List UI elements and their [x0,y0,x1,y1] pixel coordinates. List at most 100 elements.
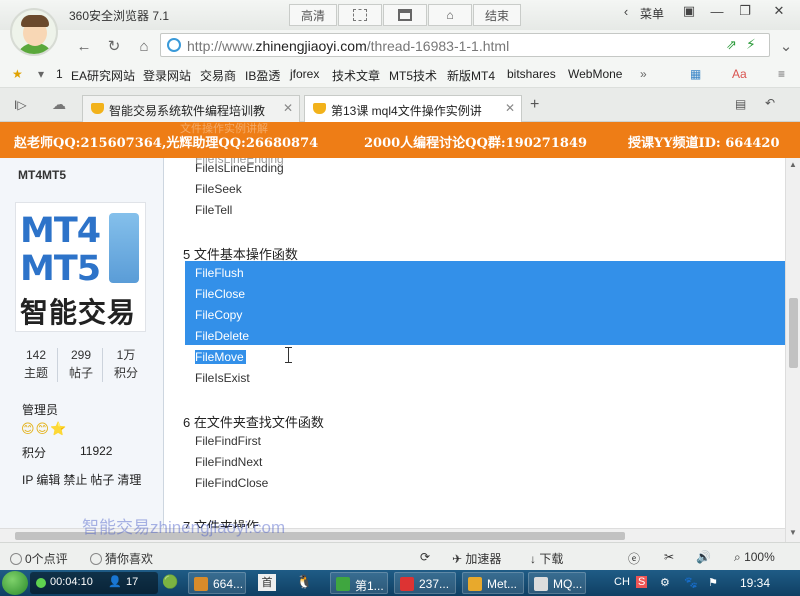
undo-close-icon[interactable]: ↶ [765,96,775,110]
bookmark-item[interactable]: MT5技术 [389,67,437,84]
ie-icon[interactable]: ⓔ [628,550,640,567]
author-points: 积分 11922 [22,444,113,460]
translate-icon[interactable]: Aa [732,67,747,81]
author-role[interactable]: 管理员 [22,401,58,418]
more-chevron-icon[interactable]: » [640,67,647,81]
apps-grid-icon[interactable]: ▦ [690,67,701,81]
bookmark-item[interactable]: WebMone [568,67,622,81]
pinned-app-icon[interactable]: 🟢 [162,574,178,590]
tab-training[interactable]: 智能交易系统软件编程培训教 ✕ [82,95,300,122]
list-menu-icon[interactable]: ≡ [778,67,785,81]
screenshot-button[interactable] [338,4,382,26]
menu-button[interactable]: 菜单 [640,5,664,22]
tab-strip: I▷ ☁ 智能交易系统软件编程培训教 ✕ 第13课 mql4文件操作实例讲 ✕ … [0,88,800,122]
contact-banner: 文件操作实例讲解 赵老师QQ:215607364,光辉助理QQ:26680874… [0,122,800,158]
bookmark-item[interactable]: EA研究网站 [71,67,135,84]
record-icon [36,578,46,588]
hd-button[interactable]: 高清 [289,4,337,26]
bookmark-item[interactable]: 新版MT4 [447,67,495,84]
notepad-icon[interactable]: 首 [258,574,276,591]
text-selection [185,261,785,345]
author-avatar-logo[interactable]: MT4 MT5 智能交易 [15,202,146,332]
bookmark-item[interactable]: 交易商 [200,67,236,84]
lightning-icon[interactable]: ⚡ [746,36,756,53]
selected-function: FileFlush [195,266,244,280]
bookmark-item[interactable]: IB盈透 [245,67,280,84]
favorites-star-icon[interactable]: ★ [12,67,23,81]
selected-function: FileDelete [195,329,250,343]
action-clean[interactable]: 清理 [117,473,141,487]
bookmark-item[interactable]: 1 [56,67,63,81]
share-icon[interactable]: ⇗ [726,37,737,53]
taskbar-item[interactable]: Met... [462,572,524,594]
restore-button[interactable]: ❐ [732,2,758,20]
start-button[interactable] [2,571,28,595]
zoom-control[interactable]: ⌕ 100% [734,550,775,565]
ime-icon[interactable]: S [636,576,648,588]
function-item: FileSeek [195,182,242,196]
function-item: FileIsLineEnding [195,161,284,175]
taskbar-item[interactable]: 第1... [330,572,388,594]
cloud-icon[interactable]: ☁ [52,96,66,113]
skin-icon[interactable]: ▣ [676,2,702,20]
vertical-scrollbar[interactable]: ▲ ▼ [785,158,800,542]
download-button[interactable]: ↓ 下载 [530,550,563,567]
new-tab-icon[interactable]: + [530,96,539,114]
close-button[interactable]: ✕ [762,2,796,20]
window-mode-button[interactable] [383,4,427,26]
guess-status[interactable]: 猜你喜欢 [90,550,153,567]
tab-list-icon[interactable]: ▤ [735,97,746,111]
minimize-button[interactable]: — [704,2,730,20]
action-posts[interactable]: 帖子 [90,473,114,487]
bookmark-item[interactable]: jforex [290,67,319,81]
action-ip[interactable]: IP [22,473,33,487]
clock[interactable]: 19:34 [740,576,770,590]
dropdown-arrow-icon[interactable]: ▾ [38,67,44,81]
address-bar[interactable]: http://www.zhinengjiaoyi.com/thread-1698… [160,33,770,57]
user-avatar[interactable] [10,8,58,56]
taskbar-item[interactable]: 237... [394,572,456,594]
watermark: 智能交易zhinengjiaoyi.com [82,518,286,537]
comments-status[interactable]: 0个点评 [10,550,68,567]
stat-points[interactable]: 1万 积分 [104,346,148,382]
action-edit[interactable]: 编辑 [36,473,60,487]
stat-topics[interactable]: 142 主题 [14,346,58,382]
sidebar-toggle-icon[interactable]: I▷ [14,98,27,112]
scroll-thumb[interactable] [789,298,798,368]
recorder-widget[interactable]: 00:04:10 👤 17 [30,572,158,594]
bookmarks-bar: ★ ▾ 1 EA研究网站 登录网站 交易商 IB盈透 jforex 技术文章 M… [0,60,800,88]
action-ban[interactable]: 禁止 [63,473,87,487]
bookmark-item[interactable]: bitshares [507,67,556,81]
close-tab-icon[interactable]: ✕ [283,101,293,115]
close-tab-icon[interactable]: ✕ [505,101,515,115]
scroll-up-icon[interactable]: ▲ [789,160,797,169]
refresh-icon[interactable]: ↻ [104,36,124,56]
accelerator-button[interactable]: ✈ 加速器 [452,550,501,567]
home-mode-button[interactable]: ⌂ [428,4,472,26]
chevron-down-icon[interactable]: ⌄ [776,36,796,56]
record-timer: 00:04:10 [50,576,93,588]
rank-icons: 😊😊⭐ [21,421,68,436]
scroll-down-icon[interactable]: ▼ [789,528,797,537]
language-indicator[interactable]: CH [614,576,630,588]
bookmark-item[interactable]: 登录网站 [143,67,191,84]
end-button[interactable]: 结束 [473,4,521,26]
qq-icon[interactable]: 🐧 [296,574,312,590]
stat-posts[interactable]: 299 帖子 [59,346,103,382]
home-icon[interactable]: ⌂ [134,36,154,56]
bookmark-item[interactable]: 技术文章 [332,67,380,84]
cut-icon[interactable]: ✂ [664,550,674,564]
tab-lesson13[interactable]: 第13课 mql4文件操作实例讲 ✕ [304,95,522,122]
selected-function: FileCopy [195,308,243,322]
chevron-left-icon[interactable]: ‹ [616,2,636,20]
tray-icon[interactable]: ⚙ [660,576,670,589]
history-icon[interactable]: ⟳ [420,550,430,564]
back-arrow-icon[interactable]: ← [74,36,94,56]
taskbar-item[interactable]: MQ... [528,572,586,594]
author-username[interactable]: MT4MT5 [18,168,66,182]
tray-icon[interactable]: 🐾 [684,576,698,589]
sound-icon[interactable]: 🔊 [696,550,711,564]
flag-icon[interactable]: ⚑ [708,576,718,589]
taskbar-item[interactable]: 664... [188,572,246,594]
house-icon: ⌂ [446,8,454,22]
